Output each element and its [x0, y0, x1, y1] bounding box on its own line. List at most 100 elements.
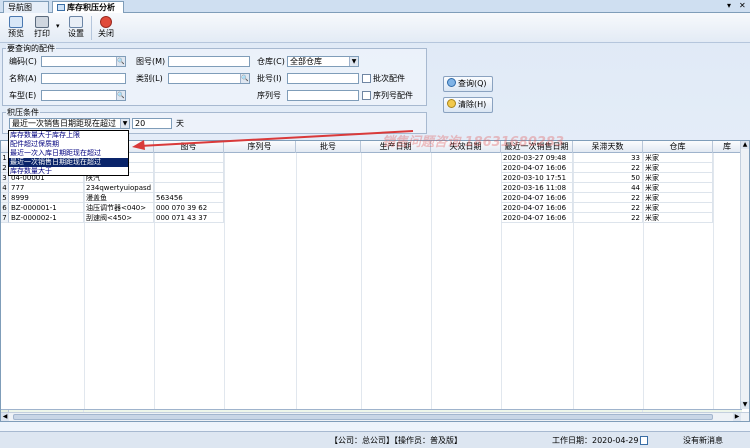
query-button[interactable]: 查询(Q): [443, 76, 493, 92]
cell-idle-days: 22: [573, 163, 643, 173]
tab-close-icon[interactable]: ✕: [739, 1, 746, 10]
header-stock[interactable]: 库: [713, 141, 742, 153]
cell-name: 刮速阀<450>: [84, 213, 154, 223]
category-input[interactable]: 🔍: [168, 73, 250, 84]
tab-list-dropdown-icon[interactable]: ▾: [727, 1, 731, 10]
printer-icon: [35, 16, 49, 28]
row-number: 6: [1, 203, 9, 213]
row-number: 4: [1, 183, 9, 193]
status-company-operator: 【公司：总公司】【操作员：普及版】: [330, 436, 462, 445]
row-number: 5: [1, 193, 9, 203]
settings-button[interactable]: 设置: [62, 14, 90, 42]
cell-name: 油压调节器<040>: [84, 203, 154, 213]
toolbar: 预览 打印 ▾ 设置 关闭: [0, 13, 750, 43]
table-row[interactable]: 7 BZ-000002-1 刮速阀<450> 000 071 43 37 202…: [1, 213, 741, 223]
cell-idle-days: 33: [573, 153, 643, 163]
warehouse-select[interactable]: 全部仓库 ▼: [287, 56, 359, 67]
row-number: 7: [1, 213, 9, 223]
clear-button[interactable]: 清除(H): [443, 97, 493, 113]
serial-label: 序列号: [257, 91, 281, 100]
cell-idle-days: 22: [573, 193, 643, 203]
cell-warehouse: 米家: [643, 153, 713, 163]
code-label: 编码(C): [9, 57, 37, 66]
option-last-inbound-date[interactable]: 最近一次入库日期距现在超过: [9, 149, 128, 158]
cell-drawing: [154, 153, 224, 163]
vertical-scrollbar[interactable]: ▲ ▼: [740, 141, 749, 409]
results-grid: 编码 名称 图号 序列号 批号 生产日期 失效日期 最近一次销售日期 呆滞天数 …: [0, 140, 750, 422]
cell-drawing: 000 071 43 37: [154, 213, 224, 223]
serial-parts-checkbox[interactable]: [362, 91, 371, 100]
scroll-thumb[interactable]: [13, 414, 713, 420]
code-input[interactable]: 🔍: [41, 56, 126, 67]
status-messages: 没有新消息: [683, 436, 723, 445]
cell-drawing: [154, 173, 224, 183]
option-stock-greater-than[interactable]: 库存数量大于: [9, 167, 128, 176]
print-options-dropdown-icon[interactable]: ▾: [56, 22, 60, 30]
scroll-left-icon[interactable]: ◀: [1, 413, 9, 421]
warehouse-label: 仓库(C): [257, 57, 285, 66]
cell-warehouse: 米家: [643, 213, 713, 223]
cell-code: 777: [9, 183, 84, 193]
name-input[interactable]: [41, 73, 126, 84]
serial-parts-label: 序列号配件: [373, 91, 413, 100]
cell-warehouse: 米家: [643, 203, 713, 213]
serial-input[interactable]: [287, 90, 359, 101]
header-idle-days[interactable]: 呆滞天数: [573, 141, 643, 153]
close-button[interactable]: 关闭: [92, 14, 120, 42]
horizontal-scrollbar[interactable]: ◀ ▶: [1, 412, 749, 421]
tab-navigation[interactable]: 导航图: [3, 1, 49, 13]
category-lookup-icon[interactable]: 🔍: [240, 74, 249, 83]
table-row[interactable]: 4 777 234qwertyuiopasd 2020-03-16 11:08 …: [1, 183, 741, 193]
name-label: 名称(A): [9, 74, 37, 83]
cell-drawing: 563456: [154, 193, 224, 203]
query-group-title: 要查询的配件: [6, 44, 56, 53]
cell-drawing: [154, 183, 224, 193]
window-icon: [57, 4, 65, 11]
tab-strip: 导航图 库存积压分析 ▾ ✕: [0, 0, 750, 13]
cell-idle-days: 50: [573, 173, 643, 183]
code-lookup-icon[interactable]: 🔍: [116, 57, 125, 66]
option-expired-parts[interactable]: 配件超过保质期: [9, 140, 128, 149]
settings-label: 设置: [68, 29, 84, 38]
batch-input[interactable]: [287, 73, 359, 84]
cell-last-sale-date: 2020-03-16 11:08: [501, 183, 573, 193]
option-stock-over-upper-limit[interactable]: 库存数量大于库存上限: [9, 131, 128, 140]
scroll-right-icon[interactable]: ▶: [733, 413, 741, 421]
query-button-label: 查询(Q): [458, 79, 487, 88]
cell-last-sale-date: 2020-04-07 16:06: [501, 163, 573, 173]
table-row[interactable]: 6 BZ-000001-1 油压调节器<040> 000 070 39 62 2…: [1, 203, 741, 213]
scroll-down-icon[interactable]: ▼: [741, 401, 749, 409]
option-last-sale-date[interactable]: 最近一次销售日期距现在超过: [9, 158, 128, 167]
batch-parts-checkbox[interactable]: [362, 74, 371, 83]
cell-last-sale-date: 2020-04-07 16:06: [501, 213, 573, 223]
model-label: 车型(E): [9, 91, 37, 100]
chevron-down-icon[interactable]: ▼: [349, 57, 358, 66]
cell-code: BZ-000002-1: [9, 213, 84, 223]
backlog-group-title: 积压条件: [6, 108, 40, 117]
print-button[interactable]: 打印: [28, 14, 56, 42]
preview-button[interactable]: 预览: [2, 14, 30, 42]
model-lookup-icon[interactable]: 🔍: [116, 91, 125, 100]
cell-last-sale-date: 2020-04-07 16:06: [501, 203, 573, 213]
cell-last-sale-date: 2020-03-10 17:51: [501, 173, 573, 183]
close-icon: [100, 16, 112, 28]
tab-inventory-backlog[interactable]: 库存积压分析: [52, 1, 124, 13]
backlog-condition-select[interactable]: 最近一次销售日期距现在超过 ▼: [9, 118, 130, 129]
calendar-icon: [640, 436, 648, 445]
status-work-date: 工作日期：2020-04-29: [552, 436, 639, 445]
clear-button-label: 清除(H): [458, 100, 487, 109]
batch-parts-label: 批次配件: [373, 74, 405, 83]
chevron-down-icon[interactable]: ▼: [120, 119, 129, 128]
backlog-condition-options: 库存数量大于库存上限 配件超过保质期 最近一次入库日期距现在超过 最近一次销售日…: [8, 130, 129, 176]
cell-name: 234qwertyuiopasd: [84, 183, 154, 193]
days-value: 20: [135, 119, 146, 128]
header-warehouse[interactable]: 仓库: [643, 141, 713, 153]
search-icon: [447, 78, 456, 87]
model-input[interactable]: 🔍: [41, 90, 126, 101]
cell-code: BZ-000001-1: [9, 203, 84, 213]
drawing-input[interactable]: [168, 56, 250, 67]
table-row[interactable]: 5 8999 漫盖鱼 563456 2020-04-07 16:06 22 米家: [1, 193, 741, 203]
cell-code: 8999: [9, 193, 84, 203]
cell-drawing: [154, 163, 224, 173]
scroll-up-icon[interactable]: ▲: [741, 141, 749, 149]
